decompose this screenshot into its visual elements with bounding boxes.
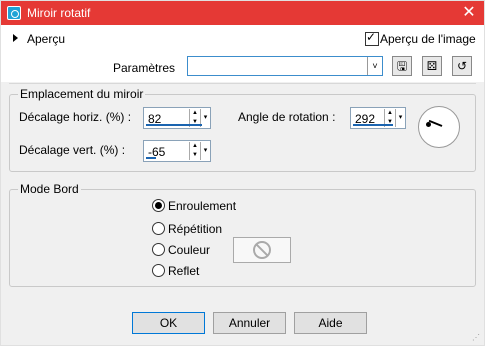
ok-button[interactable]: OK — [132, 312, 205, 334]
rotation-angle-label: Angle de rotation : — [238, 110, 336, 124]
radio-enroulement[interactable] — [152, 199, 165, 212]
app-icon — [7, 6, 21, 20]
image-preview-label[interactable]: Aperçu de l'image — [380, 32, 476, 46]
image-preview-checkbox[interactable] — [365, 30, 379, 46]
radio-reflet-label[interactable]: Reflet — [168, 264, 199, 278]
window-title: Miroir rotatif — [27, 6, 91, 20]
title-bar[interactable]: Miroir rotatif ✕ — [1, 1, 484, 25]
resize-grip-icon[interactable]: ⋰ — [472, 333, 482, 343]
save-preset-icon: 🖫 — [396, 59, 408, 73]
spin-menu-icon[interactable]: ▾ — [200, 142, 210, 160]
horiz-offset-label: Décalage horiz. (%) : — [19, 110, 132, 124]
divider — [9, 83, 476, 84]
vert-offset-label: Décalage vert. (%) : — [19, 143, 126, 157]
mirror-location-title: Emplacement du miroir — [18, 87, 146, 101]
reset-icon: ↺ — [456, 59, 468, 73]
rotation-angle-spinner[interactable]: 292 ▲ ▼ ▾ — [350, 107, 406, 129]
expand-arrow-icon[interactable] — [13, 34, 18, 42]
reset-button[interactable]: ↺ — [452, 56, 472, 76]
radio-couleur[interactable] — [152, 243, 165, 256]
help-button[interactable]: Aide — [294, 312, 367, 334]
vert-offset-spinner[interactable]: -65 ▲ ▼ ▾ — [143, 140, 211, 162]
rotation-angle-bar — [353, 124, 393, 126]
presets-label: Paramètres — [113, 61, 176, 75]
mirror-location-group: Emplacement du miroir — [9, 87, 476, 172]
randomize-button[interactable]: ⚄ — [422, 56, 442, 76]
horiz-offset-spinner[interactable]: 82 ▲ ▼ ▾ — [143, 107, 211, 129]
presets-combo[interactable]: ˅ — [187, 56, 383, 76]
randomize-icon: ⚄ — [426, 59, 438, 73]
rotation-dial[interactable] — [418, 106, 460, 148]
edge-mode-title: Mode Bord — [18, 182, 81, 196]
radio-couleur-label[interactable]: Couleur — [168, 243, 210, 257]
spin-arrows-icon[interactable]: ▲ ▼ — [189, 142, 200, 160]
radio-repetition[interactable] — [152, 222, 165, 235]
radio-repetition-label[interactable]: Répétition — [168, 222, 222, 236]
color-swatch[interactable] — [233, 237, 291, 263]
close-button[interactable]: ✕ — [454, 1, 484, 25]
cancel-button[interactable]: Annuler — [213, 312, 286, 334]
preview-toggle-label[interactable]: Aperçu — [27, 32, 65, 46]
save-preset-button[interactable]: 🖫 — [392, 56, 412, 76]
radio-reflet[interactable] — [152, 264, 165, 277]
dial-knob-icon — [426, 122, 431, 127]
dialog-window: Miroir rotatif ✕ Aperçu Aperçu de l'imag… — [0, 0, 485, 346]
horiz-offset-bar — [146, 124, 202, 126]
chevron-down-icon[interactable]: ˅ — [367, 57, 382, 75]
spin-menu-icon[interactable]: ▾ — [395, 109, 405, 127]
disabled-icon — [253, 241, 271, 259]
radio-enroulement-label[interactable]: Enroulement — [168, 199, 236, 213]
vert-offset-bar — [146, 157, 156, 159]
